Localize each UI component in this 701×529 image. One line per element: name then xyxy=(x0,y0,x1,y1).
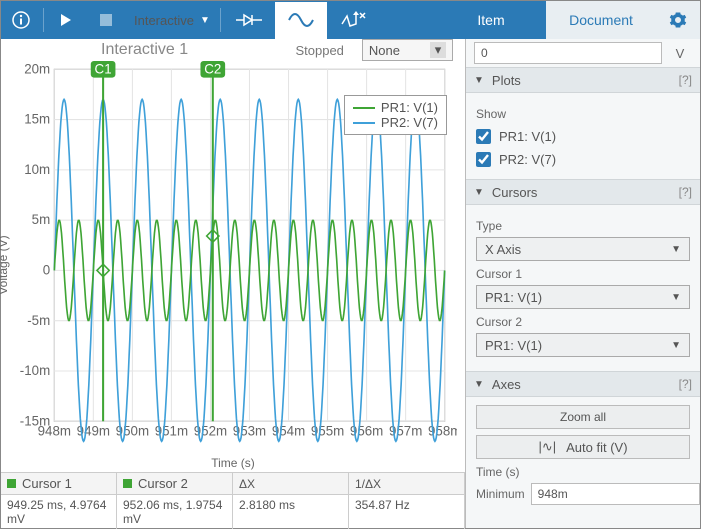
cursor2-swatch xyxy=(123,479,132,488)
trace-select[interactable]: None▾ xyxy=(362,39,453,61)
svg-text:5m: 5m xyxy=(32,212,51,227)
svg-text:10m: 10m xyxy=(24,162,50,177)
stop-button[interactable] xyxy=(86,1,126,39)
waveform-tab[interactable] xyxy=(275,2,327,40)
minimum-input[interactable] xyxy=(531,483,700,505)
mode-dropdown[interactable]: Interactive▼ xyxy=(126,13,218,28)
sim-status: Stopped xyxy=(285,43,353,58)
cursor-type-dropdown[interactable]: X Axis▼ xyxy=(476,237,690,261)
show-label: Show xyxy=(476,107,690,121)
axes-header-label: Axes xyxy=(492,377,521,392)
top-toolbar: Interactive▼ Item Document xyxy=(1,1,700,39)
deltax-value: 2.8180 ms xyxy=(233,495,349,529)
show-pr1-checkbox[interactable]: PR1: V(1) xyxy=(476,125,690,148)
cursor1-dd-value: PR1: V(1) xyxy=(485,290,542,305)
show-pr2-checkbox[interactable]: PR2: V(7) xyxy=(476,148,690,171)
properties-panel: V ▼Plots[?] Show PR1: V(1) PR2: V(7) ▼Cu… xyxy=(465,39,700,528)
top-value-unit: V xyxy=(668,46,692,61)
cursor2-dd-value: PR1: V(1) xyxy=(485,338,542,353)
svg-text:15m: 15m xyxy=(24,112,50,127)
trace-select-value: None xyxy=(369,43,400,58)
svg-text:C1: C1 xyxy=(95,61,112,76)
cursor1-label: Cursor 1 xyxy=(476,267,690,281)
cursor1-header: Cursor 1 xyxy=(22,476,72,491)
cursor-type-value: X Axis xyxy=(485,242,521,257)
tab-document[interactable]: Document xyxy=(546,1,656,39)
cursors-section-header[interactable]: ▼Cursors[?] xyxy=(466,179,700,205)
time-axis-label: Time (s) xyxy=(476,465,690,479)
chart-title: Interactive 1 xyxy=(101,41,188,59)
top-value-input[interactable] xyxy=(474,42,662,64)
cursors-help[interactable]: [?] xyxy=(679,185,692,199)
invdeltax-value: 354.87 Hz xyxy=(349,495,465,529)
minimum-label: Minimum xyxy=(476,487,525,501)
cursor1-swatch xyxy=(7,479,16,488)
cursor1-dropdown[interactable]: PR1: V(1)▼ xyxy=(476,285,690,309)
legend: PR1: V(1) PR2: V(7) xyxy=(344,95,447,135)
svg-text:C2: C2 xyxy=(204,61,221,76)
cursor1-value: 949.25 ms, 4.9764 mV xyxy=(1,495,117,529)
trace-tab[interactable] xyxy=(327,1,379,39)
cursor2-label: Cursor 2 xyxy=(476,315,690,329)
cursor-table-header: Cursor 1 Cursor 2 ΔX 1/ΔX xyxy=(1,472,465,494)
legend-pr1: PR1: V(1) xyxy=(381,100,438,115)
auto-fit-label: Auto fit (V) xyxy=(566,440,627,455)
diode-tab[interactable] xyxy=(223,1,275,39)
show-pr1-label: PR1: V(1) xyxy=(499,129,556,144)
svg-text:0: 0 xyxy=(43,262,50,277)
svg-text:20m: 20m xyxy=(24,61,50,76)
cursor-table-row: 949.25 ms, 4.9764 mV 952.06 ms, 1.9754 m… xyxy=(1,494,465,529)
play-button[interactable] xyxy=(46,1,86,39)
zoom-all-button[interactable]: Zoom all xyxy=(476,405,690,429)
legend-pr2: PR2: V(7) xyxy=(381,115,438,130)
cursor2-dropdown[interactable]: PR1: V(1)▼ xyxy=(476,333,690,357)
show-pr2-label: PR2: V(7) xyxy=(499,152,556,167)
invdeltax-header: 1/ΔX xyxy=(349,473,465,494)
settings-button[interactable] xyxy=(656,1,700,39)
deltax-header: ΔX xyxy=(233,473,349,494)
plots-help[interactable]: [?] xyxy=(679,73,692,87)
auto-fit-button[interactable]: |∿|Auto fit (V) xyxy=(476,435,690,459)
y-axis-label: Voltage (V) xyxy=(0,235,10,294)
tab-item[interactable]: Item xyxy=(436,1,546,39)
svg-text:-5m: -5m xyxy=(27,313,50,328)
cursor-type-label: Type xyxy=(476,219,690,233)
mode-label: Interactive xyxy=(134,13,194,28)
cursors-header-label: Cursors xyxy=(492,185,538,200)
svg-text:948m: 948m xyxy=(38,424,71,439)
axes-help[interactable]: [?] xyxy=(679,377,692,391)
cursor2-value: 952.06 ms, 1.9754 mV xyxy=(117,495,233,529)
plots-header-label: Plots xyxy=(492,73,521,88)
axes-section-header[interactable]: ▼Axes[?] xyxy=(466,371,700,397)
x-axis-label: Time (s) xyxy=(1,454,465,472)
plots-section-header[interactable]: ▼Plots[?] xyxy=(466,67,700,93)
cursor2-header: Cursor 2 xyxy=(138,476,188,491)
info-button[interactable] xyxy=(1,1,41,39)
chart-area[interactable]: Voltage (V) 20m15m10m5m0-5m-10m-15m 948m… xyxy=(1,61,465,454)
svg-text:-10m: -10m xyxy=(20,363,50,378)
